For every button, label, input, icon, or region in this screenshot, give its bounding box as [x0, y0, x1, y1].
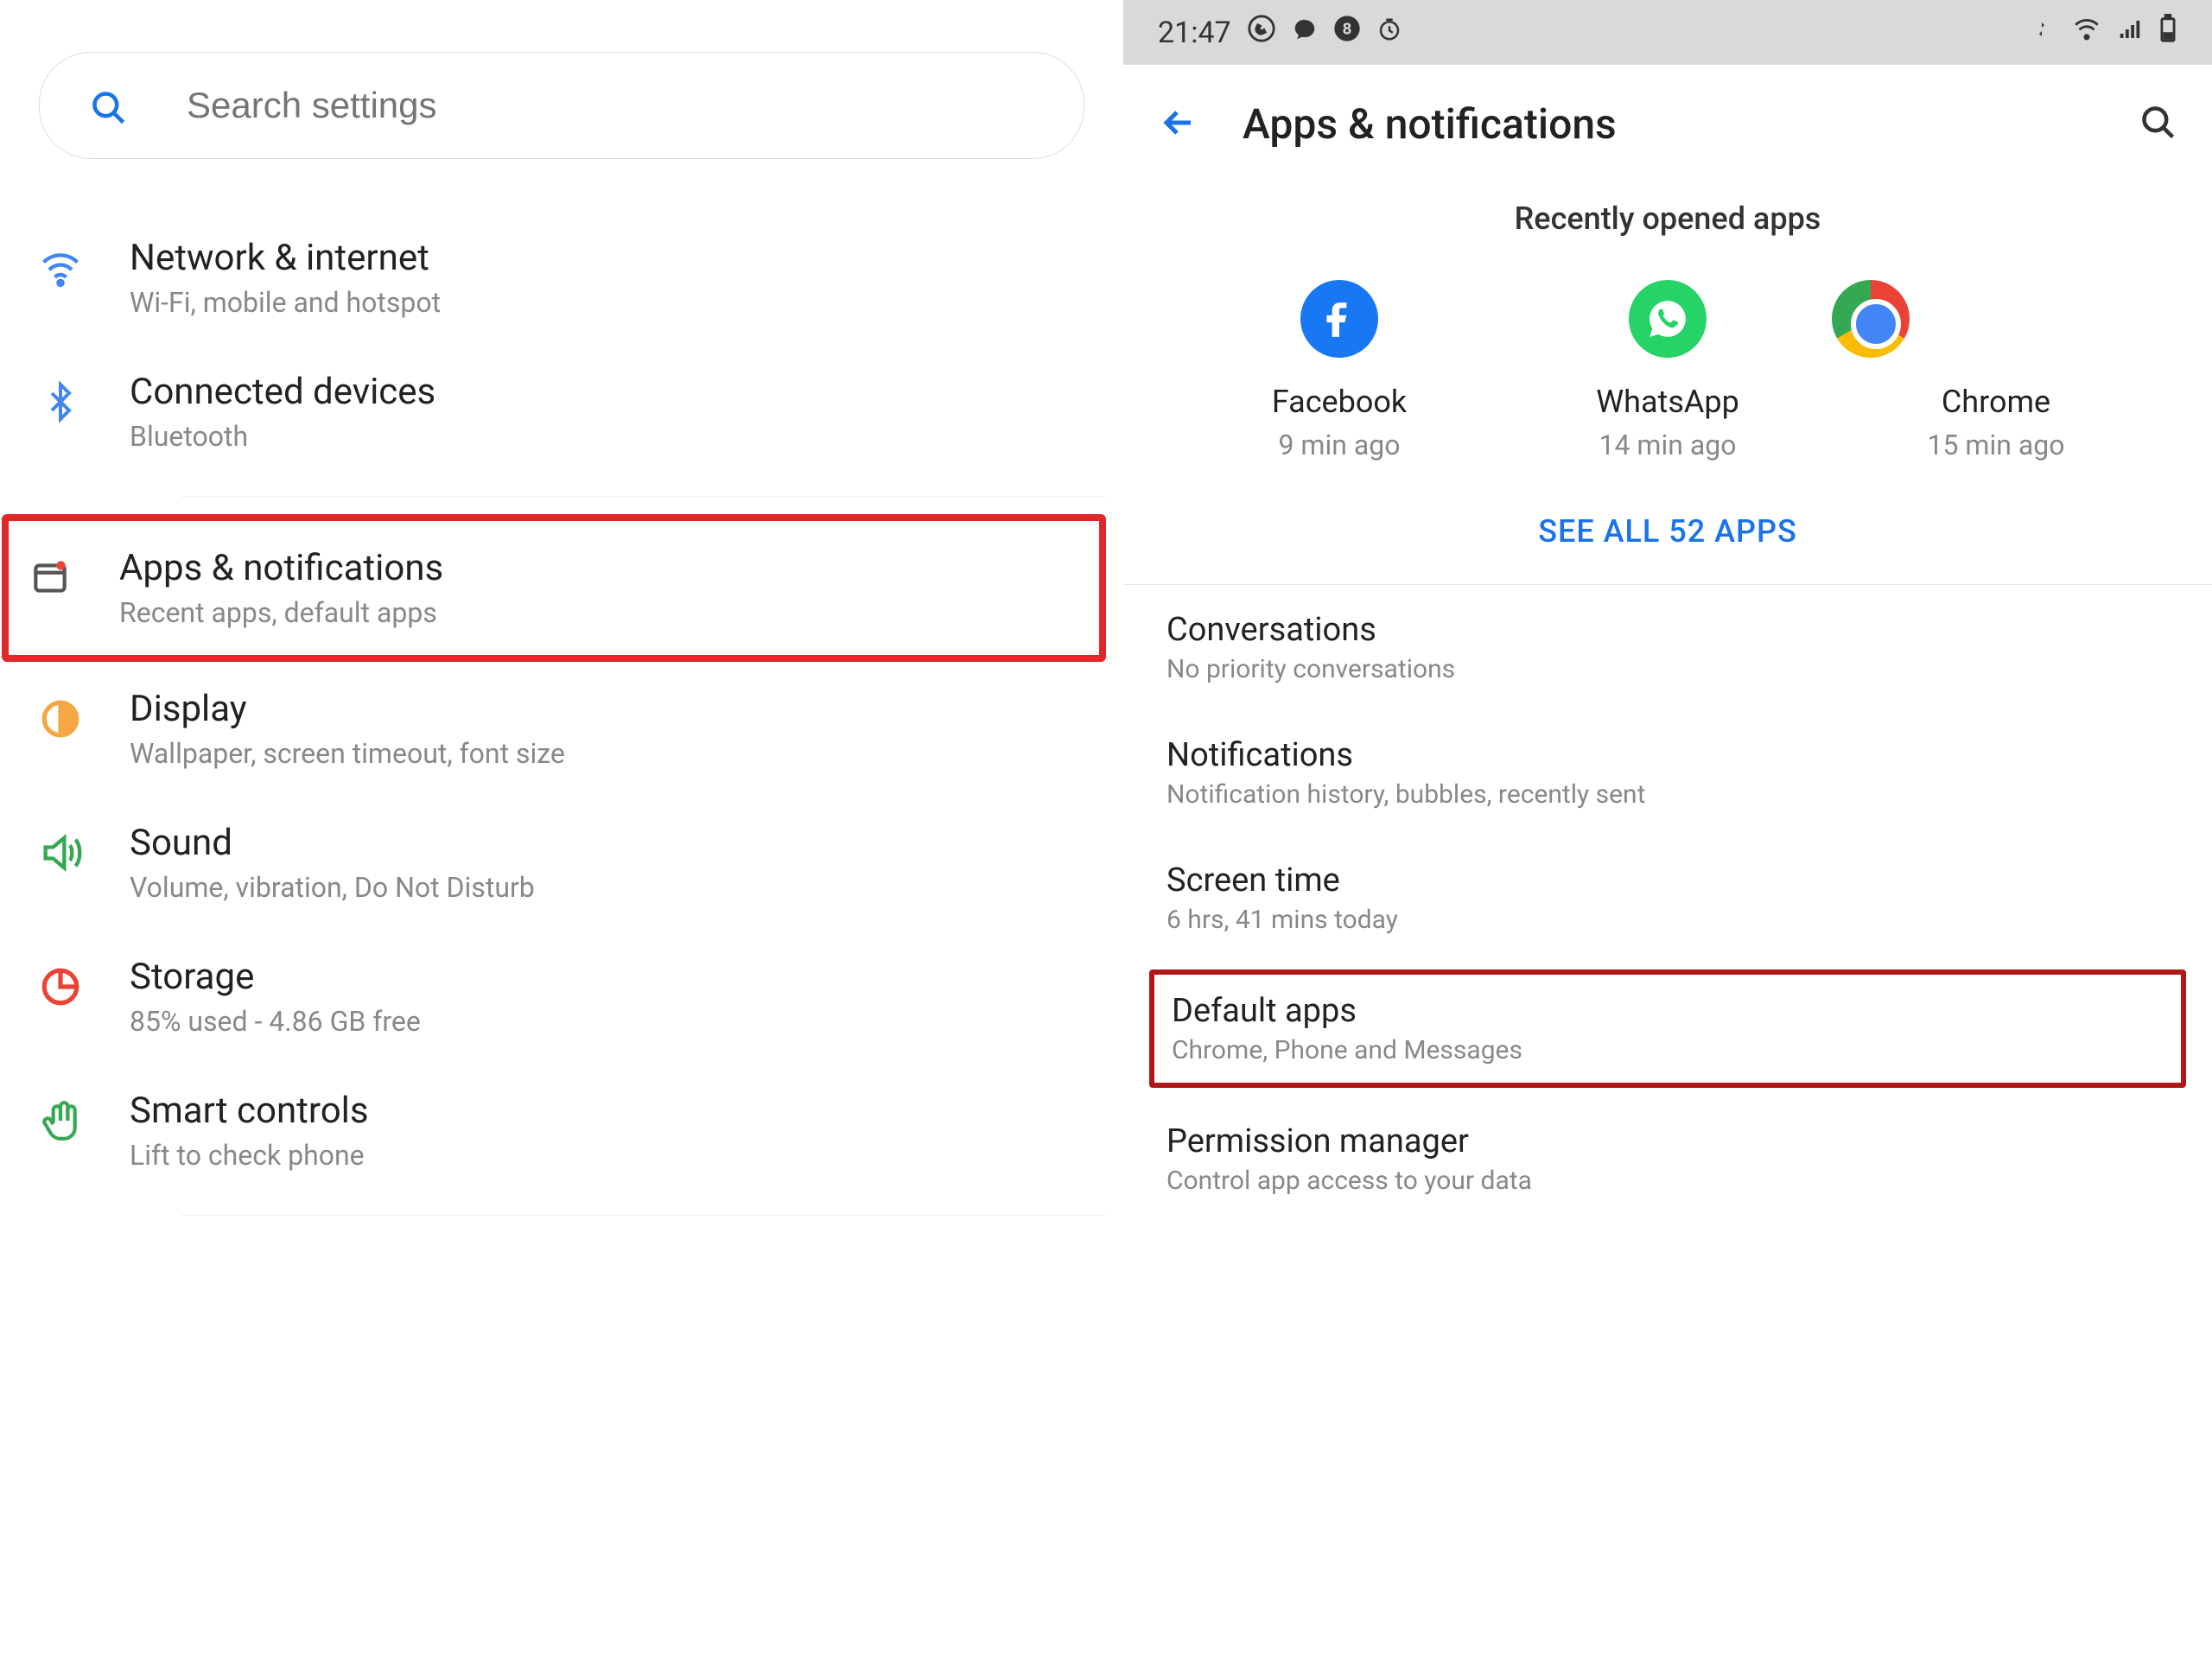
timer-status-icon — [1376, 16, 1402, 50]
settings-main-screen: Network & internet Wi-Fi, mobile and hot… — [0, 0, 1123, 1659]
setting-sound[interactable]: Sound Volume, vibration, Do Not Disturb — [17, 796, 1106, 930]
setting-title: Apps & notifications — [119, 547, 1082, 589]
recent-app-facebook[interactable]: Facebook 9 min ago — [1175, 280, 1503, 461]
setting-sub: Wallpaper, screen timeout, font size — [130, 737, 1089, 770]
data-status-icon — [2036, 16, 2056, 50]
setting-storage[interactable]: Storage 85% used - 4.86 GB free — [17, 930, 1106, 1064]
setting-title: Connected devices — [130, 371, 1089, 413]
setting-title: Sound — [130, 822, 1089, 864]
see-all-apps-button[interactable]: SEE ALL 52 APPS — [1123, 461, 2212, 584]
battery-status-icon — [2158, 14, 2177, 51]
recent-app-chrome[interactable]: Chrome 15 min ago — [1832, 280, 2160, 461]
setting-sub: Wi-Fi, mobile and hotspot — [130, 286, 1089, 319]
item-screen-time[interactable]: Screen time 6 hrs, 41 mins today — [1123, 836, 2212, 961]
wifi-status-icon — [2072, 14, 2101, 51]
item-default-apps[interactable]: Default apps Chrome, Phone and Messages — [1149, 969, 2186, 1088]
chrome-icon — [1832, 280, 1910, 358]
storage-icon — [35, 961, 86, 1013]
svg-text:8: 8 — [1342, 20, 1351, 39]
recent-apps-row: Facebook 9 min ago WhatsApp 14 min ago C… — [1123, 280, 2212, 461]
app-name: Chrome — [1832, 384, 2160, 420]
setting-sub: Recent apps, default apps — [119, 596, 1082, 629]
status-time: 21:47 — [1158, 16, 1231, 50]
chat-status-icon — [1292, 16, 1318, 50]
item-title: Screen time — [1166, 861, 2169, 899]
item-sub: Chrome, Phone and Messages — [1172, 1035, 2164, 1065]
setting-connected-devices[interactable]: Connected devices Bluetooth — [17, 345, 1106, 479]
setting-display[interactable]: Display Wallpaper, screen timeout, font … — [17, 662, 1106, 796]
item-title: Permission manager — [1166, 1122, 2169, 1160]
whatsapp-status-icon — [1247, 14, 1276, 51]
page-title: Apps & notifications — [1243, 99, 2096, 149]
app-time: 9 min ago — [1175, 429, 1503, 461]
item-sub: 6 hrs, 41 mins today — [1166, 905, 2169, 935]
search-input[interactable] — [187, 85, 1040, 126]
setting-title: Storage — [130, 956, 1089, 998]
app-name: WhatsApp — [1503, 384, 1832, 420]
setting-sub: 85% used - 4.86 GB free — [130, 1005, 1089, 1038]
item-sub: No priority conversations — [1166, 654, 2169, 684]
setting-smart-controls[interactable]: Smart controls Lift to check phone — [17, 1064, 1106, 1198]
recent-app-whatsapp[interactable]: WhatsApp 14 min ago — [1503, 280, 1832, 461]
setting-sub: Bluetooth — [130, 420, 1089, 453]
apps-notifications-screen: 21:47 8 — [1123, 0, 2212, 1659]
hand-icon — [35, 1095, 86, 1147]
apps-icon — [24, 552, 76, 604]
facebook-icon — [1300, 280, 1378, 358]
back-arrow-icon[interactable] — [1158, 102, 1199, 147]
setting-apps-notifications[interactable]: Apps & notifications Recent apps, defaul… — [2, 514, 1106, 662]
setting-title: Network & internet — [130, 237, 1089, 279]
bluetooth-icon — [35, 376, 86, 428]
app-header: Apps & notifications — [1123, 65, 2212, 175]
search-icon — [83, 82, 135, 134]
search-icon[interactable] — [2139, 104, 2177, 145]
app-name: Facebook — [1175, 384, 1503, 420]
item-notifications[interactable]: Notifications Notification history, bubb… — [1123, 710, 2212, 836]
recently-opened-header: Recently opened apps — [1123, 175, 2212, 280]
whatsapp-icon — [1629, 280, 1707, 358]
display-icon — [35, 693, 86, 745]
setting-sub: Volume, vibration, Do Not Disturb — [130, 871, 1089, 904]
item-permission-manager[interactable]: Permission manager Control app access to… — [1123, 1096, 2212, 1222]
item-title: Default apps — [1172, 992, 2164, 1030]
item-title: Notifications — [1166, 736, 2169, 774]
setting-sub: Lift to check phone — [130, 1139, 1089, 1172]
signal-status-icon — [2117, 16, 2143, 50]
item-sub: Control app access to your data — [1166, 1166, 2169, 1196]
setting-network-internet[interactable]: Network & internet Wi-Fi, mobile and hot… — [17, 211, 1106, 345]
search-settings-bar[interactable] — [39, 52, 1084, 159]
app-time: 14 min ago — [1503, 429, 1832, 461]
divider — [181, 496, 1106, 497]
wifi-icon — [35, 242, 86, 294]
item-title: Conversations — [1166, 611, 2169, 649]
circle-status-icon: 8 — [1333, 15, 1361, 50]
setting-title: Display — [130, 688, 1089, 730]
setting-title: Smart controls — [130, 1090, 1089, 1132]
item-sub: Notification history, bubbles, recently … — [1166, 779, 2169, 810]
divider — [181, 1215, 1106, 1216]
app-time: 15 min ago — [1832, 429, 2160, 461]
status-bar: 21:47 8 — [1123, 0, 2212, 65]
sound-icon — [35, 827, 86, 879]
item-conversations[interactable]: Conversations No priority conversations — [1123, 585, 2212, 710]
